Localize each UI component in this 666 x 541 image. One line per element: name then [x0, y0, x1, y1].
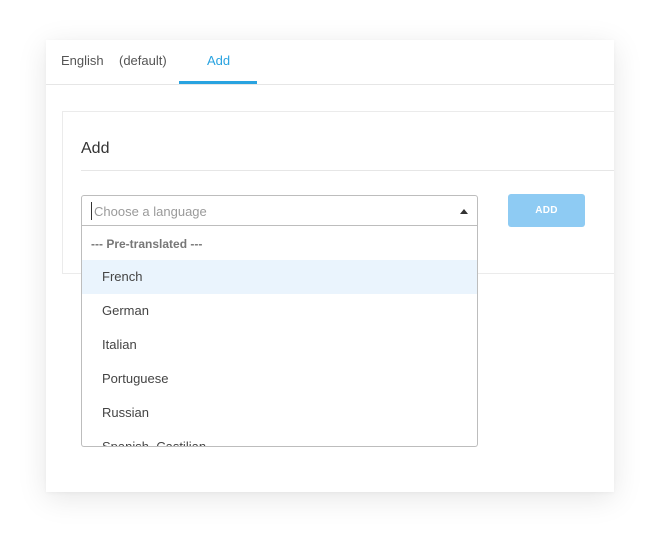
option-portuguese[interactable]: Portuguese	[82, 362, 477, 396]
tab-english[interactable]: English	[61, 53, 104, 69]
translation-card: English (default) Add Add ADD --- Pre-tr…	[46, 40, 614, 492]
caret-up-icon[interactable]	[460, 209, 468, 214]
option-spanish-castilian[interactable]: Spanish, Castilian	[82, 430, 477, 446]
option-french[interactable]: French	[82, 260, 477, 294]
tab-add[interactable]: Add	[207, 53, 230, 69]
language-dropdown-list[interactable]: --- Pre-translated --- French German Ita…	[81, 226, 478, 447]
language-tabs: English (default) Add	[46, 40, 614, 85]
option-german[interactable]: German	[82, 294, 477, 328]
active-tab-indicator	[179, 81, 257, 84]
add-language-button[interactable]: ADD	[508, 194, 585, 227]
language-search-input[interactable]	[91, 202, 444, 220]
option-italian[interactable]: Italian	[82, 328, 477, 362]
panel-title: Add	[81, 140, 110, 157]
language-select[interactable]	[81, 195, 478, 226]
option-russian[interactable]: Russian	[82, 396, 477, 430]
tab-english-default-badge[interactable]: (default)	[119, 53, 167, 69]
option-group-header: --- Pre-translated ---	[91, 237, 203, 251]
panel-divider	[81, 170, 614, 171]
